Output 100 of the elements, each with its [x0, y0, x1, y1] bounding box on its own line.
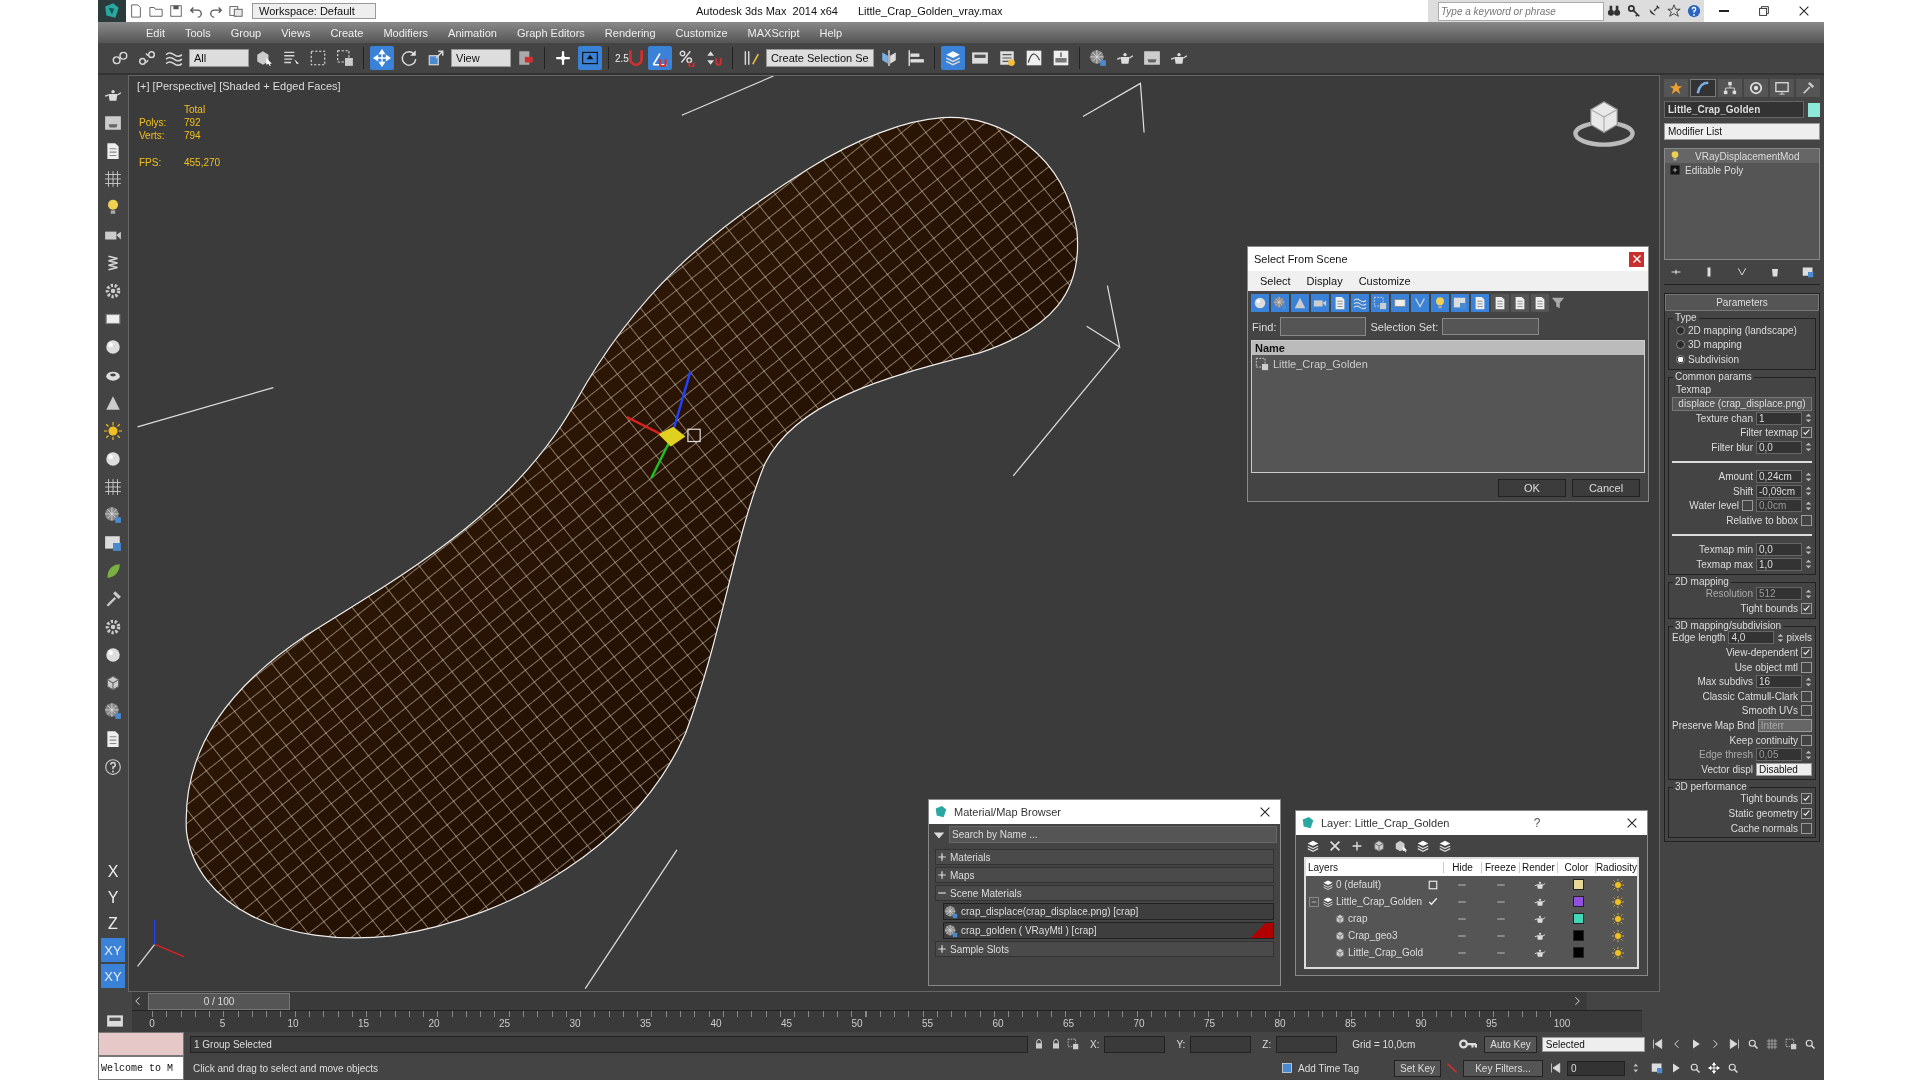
spinner-field[interactable]: 0,24cm [1756, 470, 1802, 484]
layer-name[interactable]: 0 (default) [1336, 879, 1382, 890]
dialog-button[interactable]: OK [1498, 479, 1566, 497]
dialog-button[interactable]: Cancel [1572, 479, 1640, 497]
group-header[interactable]: Scene Materials [935, 885, 1274, 901]
stack-item[interactable]: VRayDisplacementMod [1665, 149, 1819, 163]
frame-number: 50 [851, 1018, 863, 1029]
option-label: 2D mapping (landscape) [1688, 324, 1797, 336]
window-title: Autodesk 3ds Max 2014 x64 [696, 5, 838, 17]
field-label: Edge thresh [1699, 749, 1753, 761]
track-bar[interactable]: 0 5 10 15 20 25 30 35 40 45 50 55 60 65 70 75 80 85 90 95 100 [132, 1010, 1642, 1032]
menu-item[interactable]: Animation [438, 26, 507, 39]
field-label: Selection Set: [1370, 320, 1439, 333]
maxscript-output[interactable]: Welcome to M [98, 1056, 184, 1080]
field-label: Edge length [1672, 632, 1726, 644]
texmap-button[interactable]: displace (crap_displace.png) [1672, 396, 1812, 411]
stat-label: Verts: [139, 130, 166, 141]
rollout-header[interactable]: Parameters [1665, 294, 1819, 311]
field-label: Amount [1718, 471, 1753, 483]
frame-number: 10 [287, 1018, 299, 1029]
field-label: Vector displ [1701, 763, 1753, 775]
frame-number: 55 [921, 1018, 934, 1029]
material-item[interactable]: crap_displace(crap_displace.png) [crap] [943, 903, 1274, 920]
menu-item[interactable]: MAXScript [737, 26, 810, 39]
help-button[interactable]: ? [1533, 816, 1541, 830]
object-name-field[interactable]: Little_Crap_Golden [1664, 101, 1804, 118]
menu-item[interactable]: Customize [1358, 275, 1411, 287]
frame-field[interactable]: 0 [1567, 1060, 1625, 1076]
layer-name[interactable]: crap [1348, 913, 1368, 924]
search-field[interactable]: Type a keyword or phrase [1438, 1, 1604, 21]
material-item[interactable]: crap_golden ( VRayMtl ) [crap] [943, 922, 1274, 939]
modifier-list-dropdown[interactable]: Modifier List [1664, 123, 1820, 140]
coordinate-label: Z: [1262, 1038, 1272, 1050]
frame-number: 0 [149, 1018, 155, 1029]
menu-item[interactable]: Help [809, 26, 853, 39]
toolbar-dropdown[interactable]: Create Selection Se [765, 49, 874, 67]
spinner-field[interactable]: 16 [1756, 675, 1802, 689]
field-label: Filter texmap [1740, 427, 1798, 439]
key-filters-button[interactable]: Key Filters... [1463, 1059, 1543, 1077]
field-label: Texture chan [1695, 412, 1753, 424]
menu-item[interactable]: Rendering [594, 26, 666, 39]
field-label: Find: [1252, 320, 1277, 333]
layer-name[interactable]: Crap_geo3 [1348, 930, 1398, 941]
auto-key-button[interactable]: Auto Key [1484, 1035, 1537, 1053]
group-header[interactable]: Sample Slots [935, 941, 1274, 957]
stat-value: 455,270 [184, 157, 221, 168]
menu-item[interactable]: Customize [665, 26, 738, 39]
menu-item[interactable]: Group [220, 26, 272, 39]
spinner-field[interactable]: 0,0 [1756, 440, 1802, 454]
spinner-field[interactable]: 1 [1756, 411, 1802, 425]
layer-name[interactable]: Little_Crap_Golden [1336, 896, 1423, 907]
frame-number: 75 [1203, 1018, 1216, 1029]
group-header[interactable]: Maps [935, 867, 1274, 883]
frame-number: 80 [1274, 1018, 1286, 1029]
menu-item[interactable]: Views [271, 26, 321, 39]
set-key-button[interactable]: Set Key [1393, 1059, 1441, 1077]
search-field[interactable]: Search by Name ... [949, 826, 1277, 843]
menu-item[interactable]: Display [1306, 275, 1343, 287]
selection-status: 1 Group Selected [190, 1035, 1028, 1053]
unit-label: pixels [1786, 632, 1812, 644]
stack-item[interactable]: Editable Poly [1665, 163, 1819, 177]
menu-item[interactable]: Graph Editors [506, 26, 595, 39]
column-header: Name [1252, 341, 1644, 355]
menu-item[interactable]: Tools [174, 26, 221, 39]
field-label: Use object mtl [1734, 661, 1798, 673]
grid-size: Grid = 10,0cm [1352, 1038, 1417, 1050]
field-label: Tight bounds [1740, 793, 1798, 805]
group-header[interactable]: Materials [935, 849, 1274, 865]
option-label: Subdivision [1688, 354, 1740, 365]
key-mode-dropdown[interactable]: Selected [1541, 1036, 1645, 1052]
column-header: Color [1556, 862, 1595, 873]
toolbar-dropdown[interactable]: View [451, 49, 511, 67]
axis-button[interactable]: Z [101, 912, 125, 936]
menu-item[interactable]: Select [1260, 275, 1291, 287]
toolbar-dropdown[interactable]: All [189, 49, 249, 67]
menu-item[interactable]: Modifiers [373, 26, 439, 39]
dropdown[interactable]: Disabled [1756, 762, 1812, 776]
list-item[interactable]: Little_Crap_Golden [1252, 355, 1644, 373]
spinner-field[interactable]: 4,0 [1728, 631, 1774, 645]
spinner-field[interactable]: 0,0 [1756, 543, 1802, 557]
axis-button[interactable]: Y [101, 886, 125, 910]
menu-item[interactable]: Edit [136, 26, 175, 39]
frame-number: 20 [428, 1018, 440, 1029]
frame-number: 35 [639, 1018, 652, 1029]
dialog-title: Material/Map Browser [954, 806, 1061, 818]
layer-name[interactable]: Little_Crap_Gold [1348, 947, 1424, 958]
field-label: View-dependent [1725, 647, 1798, 659]
group-title: 3D mapping/subdivision [1673, 619, 1784, 631]
spinner-field[interactable]: 1,0 [1756, 557, 1802, 571]
stat-value: 792 [184, 117, 201, 128]
field-label: Texmap [1676, 383, 1711, 395]
field-label: Water level [1689, 500, 1739, 512]
add-time-tag-button[interactable]: Add Time Tag [1298, 1062, 1359, 1074]
workspace-dropdown[interactable]: Workspace: Default [252, 3, 376, 19]
menu-item[interactable]: Create [320, 26, 374, 39]
time-slider-thumb[interactable]: 0 / 100 [148, 993, 290, 1010]
frame-number: 95 [1485, 1018, 1498, 1029]
toolbar-button[interactable]: 2.5 [615, 46, 645, 70]
spinner-field[interactable]: -0,09cm [1756, 484, 1802, 498]
axis-button[interactable]: X [101, 860, 125, 884]
